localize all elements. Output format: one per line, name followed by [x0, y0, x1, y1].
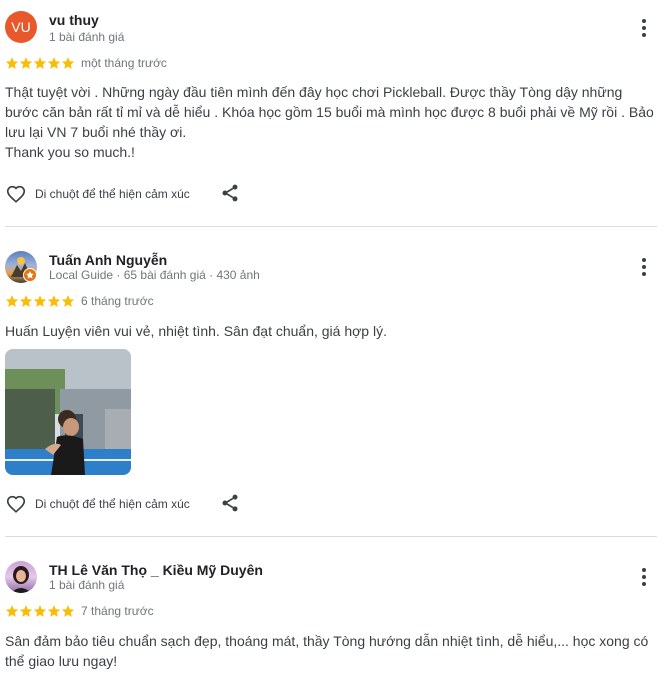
avatar[interactable]: VU [5, 11, 37, 43]
star-icon [19, 605, 33, 617]
review-text: Sân đảm bảo tiêu chuẩn sạch đẹp, thoáng … [5, 631, 655, 671]
star-icon [47, 57, 61, 69]
star-rating [5, 56, 75, 70]
review-text-line: Thank you so much.! [5, 144, 135, 160]
review-text-line: Thật tuyệt vời . Những ngày đầu tiên mìn… [5, 84, 623, 100]
reviewer-meta: 1 bài đánh giá [49, 578, 125, 592]
reviewer-name[interactable]: vu thuy [49, 12, 99, 28]
more-options-button[interactable] [632, 565, 656, 589]
review-photo-image [5, 349, 131, 475]
review-time: 7 tháng trước [81, 604, 154, 618]
local-guide-badge-icon [23, 268, 37, 282]
avatar-photo [11, 566, 31, 593]
review-actions: Di chuột để thể hiện cảm xúc [5, 183, 245, 207]
more-options-button[interactable] [632, 255, 656, 279]
more-vert-icon [642, 568, 646, 586]
star-rating [5, 604, 75, 618]
divider [5, 536, 657, 537]
reviewer-meta: 1 bài đánh giá [49, 30, 125, 44]
heart-outline-icon[interactable] [5, 183, 27, 205]
star-icon [47, 605, 61, 617]
avatar-letters: VU [11, 19, 31, 35]
share-icon[interactable] [220, 183, 240, 203]
review-text-line: Huấn Luyện viên vui vẻ, nhiệt tình. Sân … [5, 323, 387, 339]
star-rating [5, 294, 75, 308]
review-text-line: Sân đảm bảo tiêu chuẩn sạch đẹp, thoáng … [5, 633, 649, 649]
divider [5, 226, 657, 227]
reviewer-name[interactable]: TH Lê Văn Thọ _ Kiều Mỹ Duyên [49, 562, 263, 578]
review-time: 6 tháng trước [81, 294, 154, 308]
star-icon [47, 295, 61, 307]
star-icon [5, 295, 19, 307]
avatar[interactable] [5, 561, 37, 593]
star-icon [19, 57, 33, 69]
star-icon [5, 605, 19, 617]
react-label[interactable]: Di chuột để thể hiện cảm xúc [35, 187, 190, 201]
star-icon [5, 57, 19, 69]
more-options-button[interactable] [632, 16, 656, 40]
share-icon[interactable] [220, 493, 240, 513]
review-text: Huấn Luyện viên vui vẻ, nhiệt tình. Sân … [5, 321, 655, 341]
review-text-line: lưu lại VN 7 buổi nhé thầy ơi. [5, 124, 187, 140]
review-actions: Di chuột để thể hiện cảm xúc [5, 493, 245, 517]
star-icon [33, 57, 47, 69]
review-time: một tháng trước [81, 56, 167, 70]
star-icon [61, 57, 75, 69]
star-icon [33, 605, 47, 617]
star-icon [61, 605, 75, 617]
review-text: Thật tuyệt vời . Những ngày đầu tiên mìn… [5, 82, 655, 162]
more-vert-icon [642, 258, 646, 276]
star-icon [19, 295, 33, 307]
star-icon [33, 295, 47, 307]
review-photo[interactable] [5, 349, 131, 475]
review-text-line: bước căn bản rất tỉ mỉ và dễ hiểu . Khóa… [5, 104, 654, 120]
more-vert-icon [642, 19, 646, 37]
star-icon [61, 295, 75, 307]
reviewer-name[interactable]: Tuấn Anh Nguyễn [49, 252, 167, 268]
react-label[interactable]: Di chuột để thể hiện cảm xúc [35, 497, 190, 511]
reviewer-meta: Local Guide · 65 bài đánh giá · 430 ảnh [49, 268, 260, 282]
review-text-line: thể giao lưu ngay! [5, 653, 118, 669]
heart-outline-icon[interactable] [5, 493, 27, 515]
